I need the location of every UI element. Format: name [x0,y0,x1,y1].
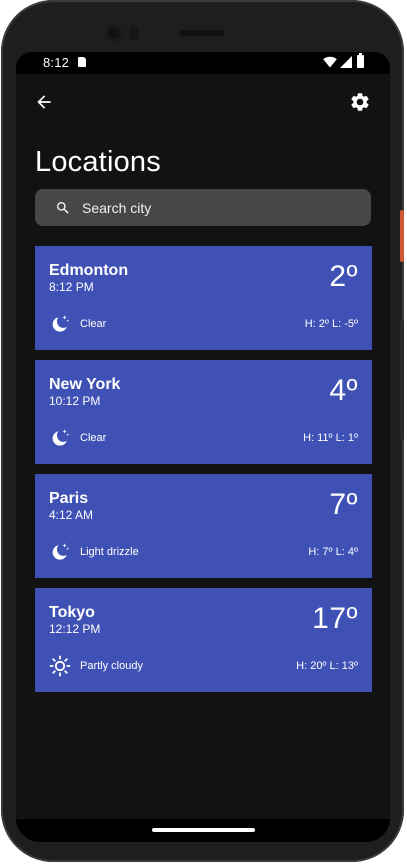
location-card-paris[interactable]: Paris 4:12 AM 7º Light drizzle H: 7º L: … [35,474,372,578]
location-card-tokyo[interactable]: Tokyo 12:12 PM 17º Partly cloudy H: 20º … [35,588,372,692]
status-time: 8:12 [43,55,70,70]
screen: 8:12 Locations Search city Edmonton 8:12… [16,52,390,842]
temperature: 2º [329,260,358,293]
moon-stars-icon [52,543,70,560]
city-name: Edmonton [49,262,129,279]
page-title: Locations [35,146,161,178]
sun-icon [49,655,71,677]
search-icon [57,202,69,214]
local-time: 10:12 PM [49,394,101,408]
location-card-edmonton[interactable]: Edmonton 8:12 PM 2º Clear H: 2º L: -5º [35,246,372,350]
condition-label: Light drizzle [80,546,139,558]
moon-stars-icon [52,429,70,446]
condition-label: Clear [80,432,107,444]
battery-icon [357,53,364,68]
city-name: New York [49,376,121,393]
search-input[interactable] [82,189,352,226]
condition-label: Clear [80,318,107,330]
gear-icon [351,93,369,111]
earpiece-speaker [179,30,225,36]
settings-button[interactable] [346,88,374,116]
moon-stars-icon [52,315,70,332]
local-time: 12:12 PM [49,622,101,636]
app-bar [16,74,390,130]
location-card-new-york[interactable]: New York 10:12 PM 4º Clear H: 11º L: 1º [35,360,372,464]
high-low: H: 2º L: -5º [304,318,358,330]
high-low: H: 7º L: 4º [308,546,358,558]
temperature: 17º [312,602,358,635]
local-time: 8:12 PM [49,280,94,294]
volume-rocker [400,320,404,440]
high-low: H: 11º L: 1º [303,432,358,444]
front-camera [105,24,123,42]
locations-list: Edmonton 8:12 PM 2º Clear H: 2º L: -5º N… [35,246,372,702]
power-button [400,210,404,262]
status-bar: 8:12 [16,52,390,74]
sd-card-icon [78,57,86,67]
navigation-bar [16,819,390,842]
signal-icon [340,56,352,68]
camera-sensor [129,26,139,40]
back-button[interactable] [30,88,58,116]
condition-label: Partly cloudy [80,660,143,672]
high-low: H: 20º L: 13º [296,660,358,672]
wifi-icon [323,56,337,68]
phone-frame: 8:12 Locations Search city Edmonton 8:12… [1,0,404,862]
temperature: 4º [329,374,358,407]
arrow-left-icon [37,95,51,109]
city-name: Paris [49,490,89,507]
temperature: 7º [329,488,358,521]
city-name: Tokyo [49,604,95,621]
local-time: 4:12 AM [49,508,94,522]
search-bar[interactable] [35,189,371,226]
home-gesture-handle[interactable] [152,828,255,832]
